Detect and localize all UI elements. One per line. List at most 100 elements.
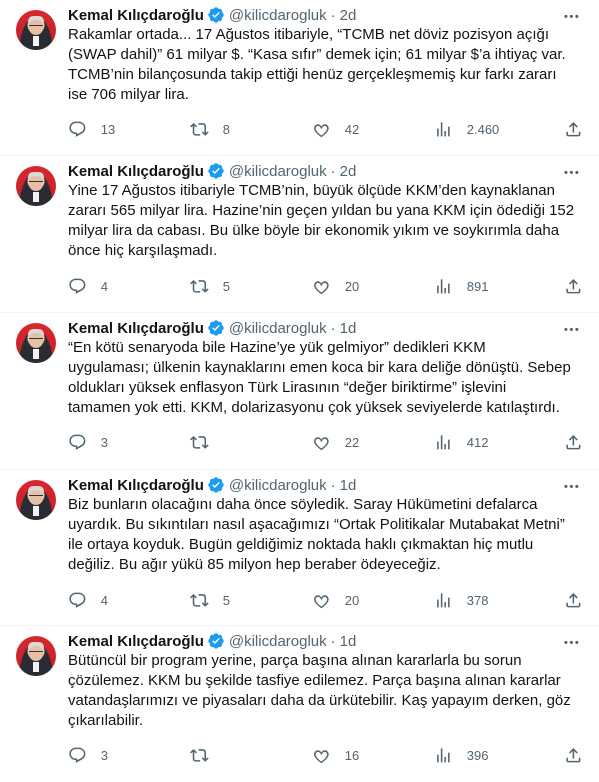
separator-dot: · <box>330 632 336 650</box>
reply-button[interactable]: 3 <box>68 744 108 766</box>
retweet-button[interactable]: 5 <box>190 589 230 611</box>
tweet-actions: 3 16 396 <box>68 744 583 766</box>
tweet-text-line: tamamen yok etti. KKM, dolarizasyonu çok… <box>68 399 560 416</box>
tweet[interactable]: Kemal Kılıçdaroğlu @kilicdarogluk · 1d B… <box>0 626 599 782</box>
like-button[interactable]: 42 <box>312 118 359 140</box>
author-name[interactable]: Kemal Kılıçdaroğlu <box>68 163 204 180</box>
author-handle[interactable]: @kilicdarogluk <box>229 7 327 24</box>
reply-button[interactable]: 3 <box>68 431 108 453</box>
reply-count: 4 <box>100 278 108 294</box>
tweet-text-line: vatandaşlarımızı ve piyasaları daha da ü… <box>68 692 571 709</box>
analytics-icon <box>437 278 450 294</box>
tweet-text: Biz bunların olacağını daha önce söyledi… <box>68 495 588 575</box>
avatar[interactable] <box>16 10 56 50</box>
tweet[interactable]: Kemal Kılıçdaroğlu @kilicdarogluk · 2d R… <box>0 0 599 156</box>
share-icon <box>566 592 581 608</box>
reply-icon <box>69 434 86 450</box>
like-button[interactable]: 16 <box>312 744 359 766</box>
analytics-icon <box>437 592 450 608</box>
avatar[interactable] <box>16 636 56 676</box>
more-options-icon[interactable] <box>561 319 581 339</box>
heart-icon <box>314 123 329 137</box>
avatar[interactable] <box>16 480 56 520</box>
more-options-icon[interactable] <box>561 476 581 496</box>
author-name[interactable]: Kemal Kılıçdaroğlu <box>68 7 204 24</box>
reply-count: 13 <box>100 121 116 137</box>
like-button[interactable]: 20 <box>312 275 359 297</box>
author-handle[interactable]: @kilicdarogluk <box>229 320 327 337</box>
tweet[interactable]: Kemal Kılıçdaroğlu @kilicdarogluk · 2d Y… <box>0 156 599 313</box>
tweet-text-line: “En kötü senaryoda bile Hazine’ye yük ge… <box>68 339 486 356</box>
views-button[interactable]: 378 <box>434 589 488 611</box>
separator-dot: · <box>330 476 336 494</box>
tweet-text-line: çıkarılabilir. <box>68 712 144 729</box>
views-button[interactable]: 396 <box>434 744 488 766</box>
reply-count: 4 <box>100 592 108 608</box>
views-button[interactable]: 412 <box>434 431 488 453</box>
tweet-timestamp[interactable]: 1d <box>340 477 357 494</box>
more-options-icon[interactable] <box>561 162 581 182</box>
views-count: 2.460 <box>466 121 500 137</box>
analytics-icon <box>437 121 450 137</box>
retweet-button[interactable]: 5 <box>190 275 230 297</box>
retweet-icon <box>190 593 209 607</box>
retweet-button[interactable] <box>190 431 223 453</box>
like-count: 20 <box>344 592 360 608</box>
share-button[interactable] <box>564 744 583 766</box>
tweet-timestamp[interactable]: 1d <box>340 320 357 337</box>
separator-dot: · <box>330 162 336 180</box>
tweet-header: Kemal Kılıçdaroğlu @kilicdarogluk · 2d <box>68 4 356 26</box>
author-name[interactable]: Kemal Kılıçdaroğlu <box>68 633 204 650</box>
tweet[interactable]: Kemal Kılıçdaroğlu @kilicdarogluk · 1d B… <box>0 470 599 626</box>
tweet[interactable]: Kemal Kılıçdaroğlu @kilicdarogluk · 1d “… <box>0 313 599 470</box>
tweet-timestamp[interactable]: 2d <box>340 163 357 180</box>
more-options-icon[interactable] <box>561 632 581 652</box>
verified-badge-icon <box>208 633 224 649</box>
author-handle[interactable]: @kilicdarogluk <box>229 477 327 494</box>
like-button[interactable]: 22 <box>312 431 359 453</box>
tweet-timestamp[interactable]: 1d <box>340 633 357 650</box>
retweet-count: 8 <box>222 121 230 137</box>
views-count: 891 <box>466 278 489 294</box>
retweet-icon <box>190 122 209 136</box>
reply-button[interactable]: 4 <box>68 589 108 611</box>
retweet-icon <box>190 435 209 449</box>
tweet-header: Kemal Kılıçdaroğlu @kilicdarogluk · 1d <box>68 317 356 339</box>
heart-icon <box>314 436 329 450</box>
like-button[interactable]: 20 <box>312 589 359 611</box>
reply-icon <box>69 592 86 608</box>
like-count: 42 <box>344 121 360 137</box>
tweet-actions: 3 22 412 <box>68 431 583 453</box>
separator-dot: · <box>330 319 336 337</box>
analytics-icon <box>437 434 450 450</box>
views-button[interactable]: 891 <box>434 275 488 297</box>
reply-icon <box>69 278 86 294</box>
tweet-text-line: zararı 565 milyar lira. Hazine’nin geçen… <box>68 202 575 219</box>
share-button[interactable] <box>564 118 583 140</box>
author-name[interactable]: Kemal Kılıçdaroğlu <box>68 320 204 337</box>
reply-button[interactable]: 13 <box>68 118 115 140</box>
tweet-timestamp[interactable]: 2d <box>340 7 357 24</box>
verified-badge-icon <box>208 7 224 23</box>
views-button[interactable]: 2.460 <box>434 118 499 140</box>
author-handle[interactable]: @kilicdarogluk <box>229 163 327 180</box>
retweet-button[interactable] <box>190 744 223 766</box>
tweet-text-line: Rakamlar ortada... 17 Ağustos itibariyle… <box>68 26 550 43</box>
analytics-icon <box>437 747 450 763</box>
author-name[interactable]: Kemal Kılıçdaroğlu <box>68 477 204 494</box>
share-button[interactable] <box>564 589 583 611</box>
share-button[interactable] <box>564 275 583 297</box>
share-icon <box>566 278 581 294</box>
reply-button[interactable]: 4 <box>68 275 108 297</box>
tweet-header: Kemal Kılıçdaroğlu @kilicdarogluk · 2d <box>68 160 356 182</box>
tweet-text-line: uygulaması; ülkenin kaynaklarını emen ko… <box>68 359 571 376</box>
tweet-text-line: oldukları yüksek enflasyon Türk Lirasını… <box>68 379 507 396</box>
author-handle[interactable]: @kilicdarogluk <box>229 633 327 650</box>
avatar[interactable] <box>16 166 56 206</box>
tweet-text-line: Bütüncül bir program yerine, parça başın… <box>68 652 522 669</box>
more-options-icon[interactable] <box>561 6 581 26</box>
share-button[interactable] <box>564 431 583 453</box>
tweet-text-line: Yine 17 Ağustos itibariyle TCMB’nin, büy… <box>68 182 555 199</box>
avatar[interactable] <box>16 323 56 363</box>
retweet-button[interactable]: 8 <box>190 118 230 140</box>
